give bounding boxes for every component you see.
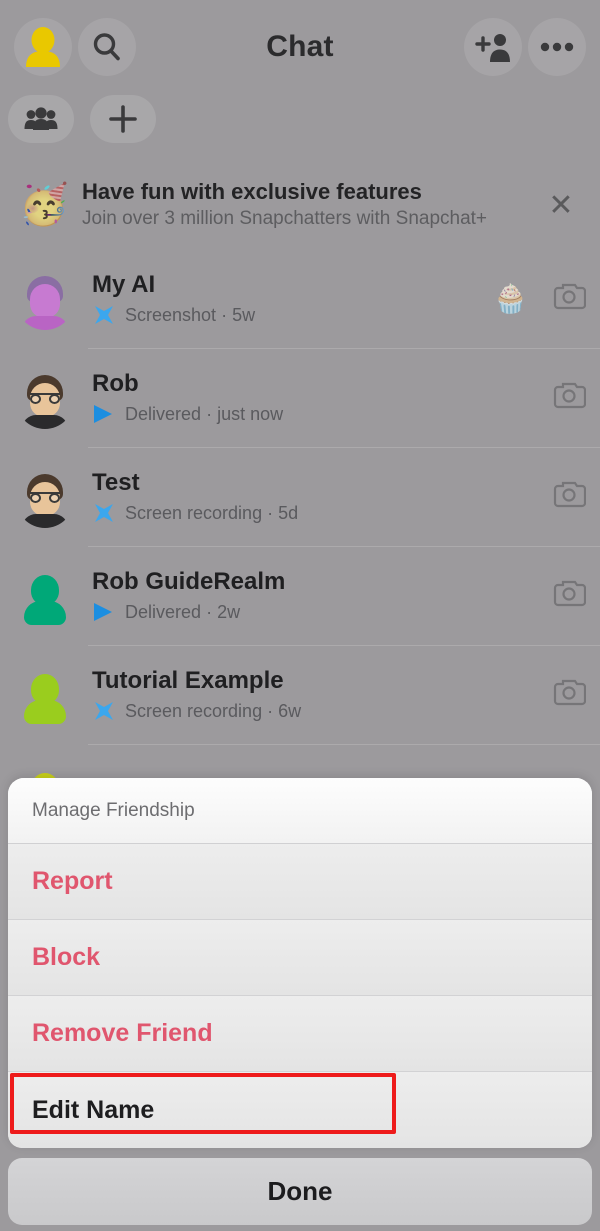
chat-name: Test <box>92 468 140 496</box>
chat-timestamp: 6w <box>278 700 302 721</box>
bitmoji-avatar-image <box>16 272 74 330</box>
chat-list: My AI Screenshot · 5w 🧁 Rob Delivered · … <box>0 249 600 843</box>
chat-meta: Tutorial Example Screen recording · 6w <box>76 667 552 723</box>
snapchat-plus-promo-banner[interactable]: 🥳 Have fun with exclusive features Join … <box>0 161 600 249</box>
camera-icon[interactable] <box>552 677 587 712</box>
ellipsis-glyph <box>540 42 574 52</box>
chat-timestamp: just now <box>217 403 284 424</box>
chat-row-actions <box>552 578 587 613</box>
chat-meta: My AI Screenshot · 5w <box>76 271 493 327</box>
add-friend-icon[interactable] <box>464 18 522 76</box>
quick-actions-bar <box>0 95 600 161</box>
action-report-button[interactable]: Report <box>8 844 592 920</box>
chat-status-line: Screen recording · 5d <box>92 502 552 524</box>
chat-list-item[interactable]: Rob GuideRealm Delivered · 2w <box>0 546 600 645</box>
chat-status-line: Screen recording · 6w <box>92 700 552 722</box>
more-options-icon[interactable] <box>528 18 586 76</box>
chat-status-line: Screenshot · 5w <box>92 304 493 326</box>
chat-list-item[interactable]: Rob Delivered · just now <box>0 348 600 447</box>
chat-name: Rob GuideRealm <box>92 568 286 596</box>
phone-screen: Chat 🥳 Have fun with exclusive features … <box>0 0 600 1231</box>
avatar[interactable] <box>14 466 76 528</box>
chat-row-actions <box>552 479 587 514</box>
chat-meta: Test Screen recording · 5d <box>76 469 552 525</box>
chat-name: Rob <box>92 370 139 398</box>
avatar[interactable] <box>14 565 76 627</box>
chat-row-actions: 🧁 <box>493 281 587 316</box>
screenshot-icon <box>92 304 118 326</box>
bitmoji-avatar-image <box>16 470 74 528</box>
plus-glyph <box>109 105 137 133</box>
camera-icon[interactable] <box>552 479 587 514</box>
action-edit-name-button[interactable]: Edit Name <box>8 1072 592 1148</box>
camera-icon[interactable] <box>552 578 587 613</box>
avatar[interactable] <box>14 367 76 429</box>
promo-title: Have fun with exclusive features <box>82 178 422 204</box>
chat-status-text: Screenshot <box>125 304 217 325</box>
chat-status-line: Delivered · 2w <box>92 602 552 623</box>
action-remove-friend-button[interactable]: Remove Friend <box>8 996 592 1072</box>
action-sheet-title: Manage Friendship <box>8 778 592 844</box>
manage-friendship-action-sheet: Manage Friendship Report Block Remove Fr… <box>8 778 592 1148</box>
groups-icon[interactable] <box>8 95 74 143</box>
default-avatar-silhouette <box>22 574 68 627</box>
chat-list-item[interactable]: My AI Screenshot · 5w 🧁 <box>0 249 600 348</box>
camera-icon[interactable] <box>552 380 587 415</box>
default-avatar-silhouette <box>22 673 68 726</box>
add-friend-glyph <box>475 34 510 62</box>
screenshot-icon <box>92 700 118 722</box>
chat-status-text: Delivered <box>125 403 202 424</box>
done-button[interactable]: Done <box>8 1158 592 1225</box>
screenshot-icon <box>92 502 118 524</box>
chat-status-text: Delivered <box>125 601 202 622</box>
chat-name: Tutorial Example <box>92 666 284 694</box>
avatar[interactable] <box>14 268 76 330</box>
delivered-arrow-icon <box>92 404 118 424</box>
avatar[interactable] <box>14 664 76 726</box>
close-icon[interactable]: ✕ <box>538 188 584 223</box>
bitmoji-avatar-image <box>16 371 74 429</box>
delivered-arrow-icon <box>92 602 118 622</box>
chat-list-item[interactable]: Tutorial Example Screen recording · 6w <box>0 645 600 744</box>
chat-status-text: Screen recording <box>125 700 263 721</box>
chat-meta: Rob Delivered · just now <box>76 370 552 425</box>
cupcake-emoji: 🧁 <box>493 283 528 314</box>
chat-status-text: Screen recording <box>125 502 263 523</box>
chat-row-actions <box>552 677 587 712</box>
groups-glyph <box>24 107 58 130</box>
promo-subtitle: Join over 3 million Snapchatters with Sn… <box>82 208 488 230</box>
chat-name: My AI <box>92 270 156 298</box>
camera-icon[interactable] <box>552 281 587 316</box>
chat-timestamp: 5d <box>278 502 299 523</box>
promo-text-block: Have fun with exclusive features Join ov… <box>72 178 538 232</box>
new-chat-icon[interactable] <box>90 95 156 143</box>
chat-status-line: Delivered · just now <box>92 404 552 425</box>
chat-list-item[interactable]: Test Screen recording · 5d <box>0 447 600 546</box>
chat-timestamp: 5w <box>232 304 256 325</box>
party-face-emoji: 🥳 <box>19 183 69 227</box>
chat-meta: Rob GuideRealm Delivered · 2w <box>76 568 552 623</box>
action-block-button[interactable]: Block <box>8 920 592 996</box>
top-bar: Chat <box>0 0 600 95</box>
chat-row-actions <box>552 380 587 415</box>
chat-timestamp: 2w <box>217 601 241 622</box>
